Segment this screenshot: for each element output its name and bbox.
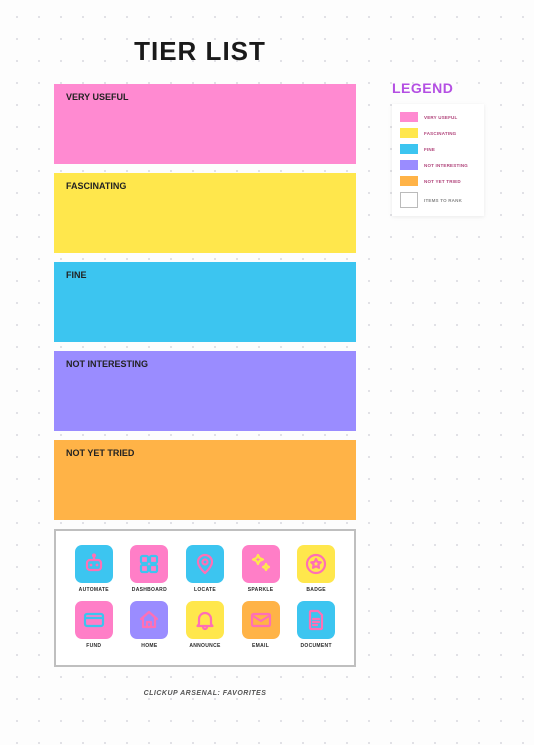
doc-icon (297, 601, 335, 639)
pool-item-label: ANNOUNCE (189, 643, 220, 649)
pool-item-label: FUND (86, 643, 101, 649)
pool-item-label: AUTOMATE (79, 587, 109, 593)
pool-item-home[interactable]: HOME (124, 601, 174, 649)
swatch-purple-icon (400, 160, 418, 170)
swatch-orange-icon (400, 176, 418, 186)
pin-icon (186, 545, 224, 583)
pool-item-automate[interactable]: AUTOMATE (69, 545, 119, 593)
pool-item-label: SPARKLE (248, 587, 274, 593)
legend-box: VERY USEFUL FASCINATING FINE NOT INTERES… (392, 104, 484, 216)
pool-item-locate[interactable]: LOCATE (180, 545, 230, 593)
legend-row: NOT INTERESTING (400, 160, 476, 170)
tier-label: FINE (66, 270, 87, 280)
grid-icon (130, 545, 168, 583)
pool-item-label: DOCUMENT (301, 643, 332, 649)
robot-icon (75, 545, 113, 583)
tier-label: VERY USEFUL (66, 92, 129, 102)
swatch-pink-icon (400, 112, 418, 122)
swatch-blue-icon (400, 144, 418, 154)
tier-fine[interactable]: FINE (54, 262, 356, 342)
pool-item-dashboard[interactable]: DASHBOARD (124, 545, 174, 593)
tier-not-yet-tried[interactable]: NOT YET TRIED (54, 440, 356, 520)
pool-caption: CLICKUP ARSENAL: FAVORITES (54, 690, 356, 697)
tier-column: VERY USEFUL FASCINATING FINE NOT INTERES… (54, 84, 356, 667)
tier-label: NOT INTERESTING (66, 359, 148, 369)
tier-not-interesting[interactable]: NOT INTERESTING (54, 351, 356, 431)
legend-row: FASCINATING (400, 128, 476, 138)
legend-row: FINE (400, 144, 476, 154)
tier-fascinating[interactable]: FASCINATING (54, 173, 356, 253)
legend-title: LEGEND (392, 80, 502, 96)
tier-label: FASCINATING (66, 181, 126, 191)
legend-row: NOT YET TRIED (400, 176, 476, 186)
pool-item-label: HOME (141, 643, 157, 649)
sparkle-icon (242, 545, 280, 583)
legend-label: NOT YET TRIED (424, 179, 461, 184)
tier-label: NOT YET TRIED (66, 448, 134, 458)
legend-label: FASCINATING (424, 131, 456, 136)
pool-item-email[interactable]: EMAIL (236, 601, 286, 649)
tier-very-useful[interactable]: VERY USEFUL (54, 84, 356, 164)
pool-item-announce[interactable]: ANNOUNCE (180, 601, 230, 649)
legend-row: VERY USEFUL (400, 112, 476, 122)
page-title: TIER LIST (0, 36, 400, 67)
legend-label: FINE (424, 147, 435, 152)
pool-item-document[interactable]: DOCUMENT (291, 601, 341, 649)
swatch-white-icon (400, 192, 418, 208)
legend: LEGEND VERY USEFUL FASCINATING FINE NOT … (392, 80, 502, 216)
pool-item-label: BADGE (306, 587, 326, 593)
pool-item-sparkle[interactable]: SPARKLE (236, 545, 286, 593)
legend-label: VERY USEFUL (424, 115, 457, 120)
swatch-yellow-icon (400, 128, 418, 138)
card-icon (75, 601, 113, 639)
pool-item-label: LOCATE (194, 587, 216, 593)
home-icon (130, 601, 168, 639)
bell-icon (186, 601, 224, 639)
pool-item-fund[interactable]: FUND (69, 601, 119, 649)
legend-label: ITEMS TO RANK (424, 198, 462, 203)
items-pool[interactable]: AUTOMATE DASHBOARD LOCATE SPARKLE BADGE FUND… (54, 529, 356, 667)
pool-item-label: EMAIL (252, 643, 269, 649)
legend-label: NOT INTERESTING (424, 163, 468, 168)
pool-item-badge[interactable]: BADGE (291, 545, 341, 593)
mail-icon (242, 601, 280, 639)
legend-row: ITEMS TO RANK (400, 192, 476, 208)
star-icon (297, 545, 335, 583)
pool-item-label: DASHBOARD (132, 587, 167, 593)
